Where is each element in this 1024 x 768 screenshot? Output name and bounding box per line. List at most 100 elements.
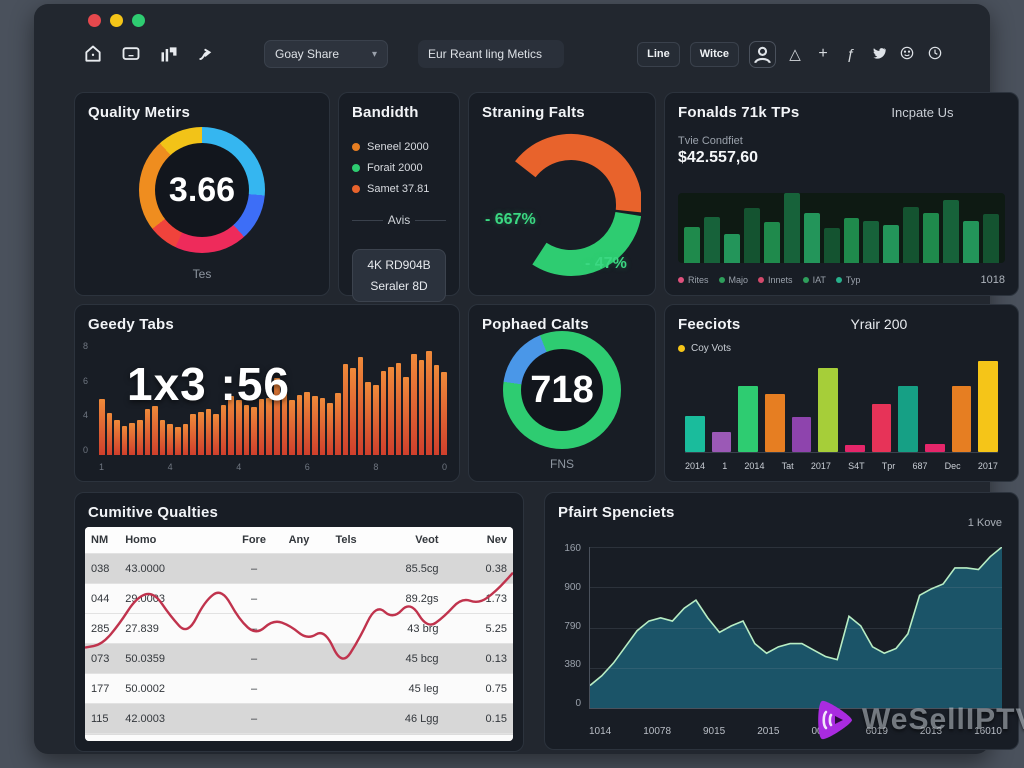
bar-chart-icon[interactable]	[156, 41, 182, 67]
bar[interactable]	[122, 426, 128, 455]
table-row[interactable]: 11542.0003–46 Lgg0.15	[85, 704, 513, 734]
bar[interactable]	[129, 423, 135, 455]
bar[interactable]	[396, 363, 402, 455]
bar[interactable]	[764, 222, 780, 263]
resolution-button[interactable]: 4K RD904B Seraler 8D	[352, 249, 446, 302]
bar[interactable]	[952, 386, 972, 452]
bar[interactable]	[712, 432, 732, 452]
bar[interactable]	[744, 208, 760, 263]
bar[interactable]	[765, 394, 785, 452]
bar[interactable]	[403, 377, 409, 455]
bar[interactable]	[784, 193, 800, 263]
bar[interactable]	[175, 427, 181, 455]
bar[interactable]	[114, 420, 120, 455]
qualities-table[interactable]: NMHomoForeAnyTelsVeotNev03843.0000–85.5c…	[85, 527, 513, 741]
table-row[interactable]: 07350.0359–45 bcg0.13	[85, 644, 513, 674]
bar[interactable]	[704, 217, 720, 263]
bar[interactable]	[343, 364, 349, 455]
bar[interactable]	[198, 412, 204, 455]
profile-icon[interactable]	[749, 41, 776, 68]
function-icon[interactable]: ƒ	[842, 46, 860, 63]
monitor-icon[interactable]	[118, 41, 144, 67]
close-window-button[interactable]	[88, 14, 101, 27]
bar[interactable]	[792, 417, 812, 452]
bar[interactable]	[925, 444, 945, 452]
bar[interactable]	[167, 424, 173, 455]
bar[interactable]	[213, 414, 219, 455]
bar[interactable]	[923, 213, 939, 263]
bar[interactable]	[137, 420, 143, 455]
bar[interactable]	[872, 404, 892, 452]
wire-view-button[interactable]: Witce	[690, 42, 739, 67]
bar[interactable]	[304, 392, 310, 455]
twitter-icon[interactable]	[870, 45, 888, 64]
bar[interactable]	[190, 414, 196, 455]
bar[interactable]	[99, 399, 105, 455]
bar[interactable]	[943, 200, 959, 263]
table-row[interactable]: 03843.0000–85.5cg0.38	[85, 554, 513, 584]
minimize-window-button[interactable]	[110, 14, 123, 27]
bar[interactable]	[863, 221, 879, 263]
bar[interactable]	[320, 398, 326, 455]
bar[interactable]	[373, 385, 379, 455]
bar[interactable]	[978, 361, 998, 452]
bar[interactable]	[206, 409, 212, 455]
pophaed-donut-chart[interactable]: 718	[503, 331, 621, 449]
bar[interactable]	[251, 407, 257, 455]
bar[interactable]	[335, 393, 341, 455]
maximize-window-button[interactable]	[132, 14, 145, 27]
bar[interactable]	[684, 227, 700, 263]
bar[interactable]	[152, 406, 158, 455]
bar[interactable]	[107, 413, 113, 455]
emoji-icon[interactable]	[898, 45, 916, 64]
search-input[interactable]	[418, 40, 564, 68]
table-row[interactable]: 04429.0003–89.2gs1.73	[85, 584, 513, 614]
bar[interactable]	[312, 396, 318, 455]
home-icon[interactable]	[80, 41, 106, 67]
bar[interactable]	[724, 234, 740, 263]
bar[interactable]	[426, 351, 432, 455]
bar[interactable]	[221, 405, 227, 455]
fonalds-bar-chart[interactable]	[678, 193, 1005, 263]
feeciots-bar-chart[interactable]	[685, 361, 998, 453]
bar[interactable]	[903, 207, 919, 263]
bar[interactable]	[441, 372, 447, 455]
bar[interactable]	[350, 368, 356, 455]
bar[interactable]	[160, 420, 166, 455]
bar[interactable]	[883, 225, 899, 264]
bar[interactable]	[963, 221, 979, 263]
bar[interactable]	[844, 218, 860, 263]
bar[interactable]	[244, 405, 250, 455]
bar[interactable]	[845, 445, 865, 452]
bar[interactable]	[365, 382, 371, 455]
bar[interactable]	[358, 357, 364, 455]
bar[interactable]	[381, 371, 387, 455]
bar[interactable]	[738, 386, 758, 452]
bar[interactable]	[145, 409, 151, 455]
plus-icon[interactable]: +	[814, 45, 832, 63]
bar[interactable]	[411, 354, 417, 455]
clock-icon[interactable]	[926, 45, 944, 64]
bar[interactable]	[388, 367, 394, 455]
bar[interactable]	[289, 400, 295, 455]
bar[interactable]	[419, 360, 425, 455]
bar[interactable]	[824, 228, 840, 263]
bar[interactable]	[898, 386, 918, 452]
bar[interactable]	[327, 403, 333, 455]
bar[interactable]	[183, 424, 189, 455]
table-row[interactable]: 28527.839–43 brg5.25	[85, 614, 513, 644]
bar[interactable]	[804, 213, 820, 263]
table-row[interactable]: NMHomoForeAnyTelsVeotNev	[85, 527, 513, 554]
bar[interactable]	[297, 395, 303, 455]
bar[interactable]	[818, 368, 838, 452]
quality-gauge-chart[interactable]: 3.66	[139, 127, 265, 253]
triangle-icon[interactable]: △	[786, 45, 804, 63]
line-view-button[interactable]: Line	[637, 42, 680, 67]
bar[interactable]	[685, 416, 705, 452]
bar[interactable]	[434, 365, 440, 455]
share-dropdown[interactable]: Goay Share ▾	[264, 40, 388, 68]
bar[interactable]	[983, 214, 999, 263]
pfairt-area-chart[interactable]	[589, 547, 1002, 709]
share-arrow-icon[interactable]	[194, 41, 220, 67]
table-row[interactable]: 17750.0002–45 leg0.75	[85, 674, 513, 704]
